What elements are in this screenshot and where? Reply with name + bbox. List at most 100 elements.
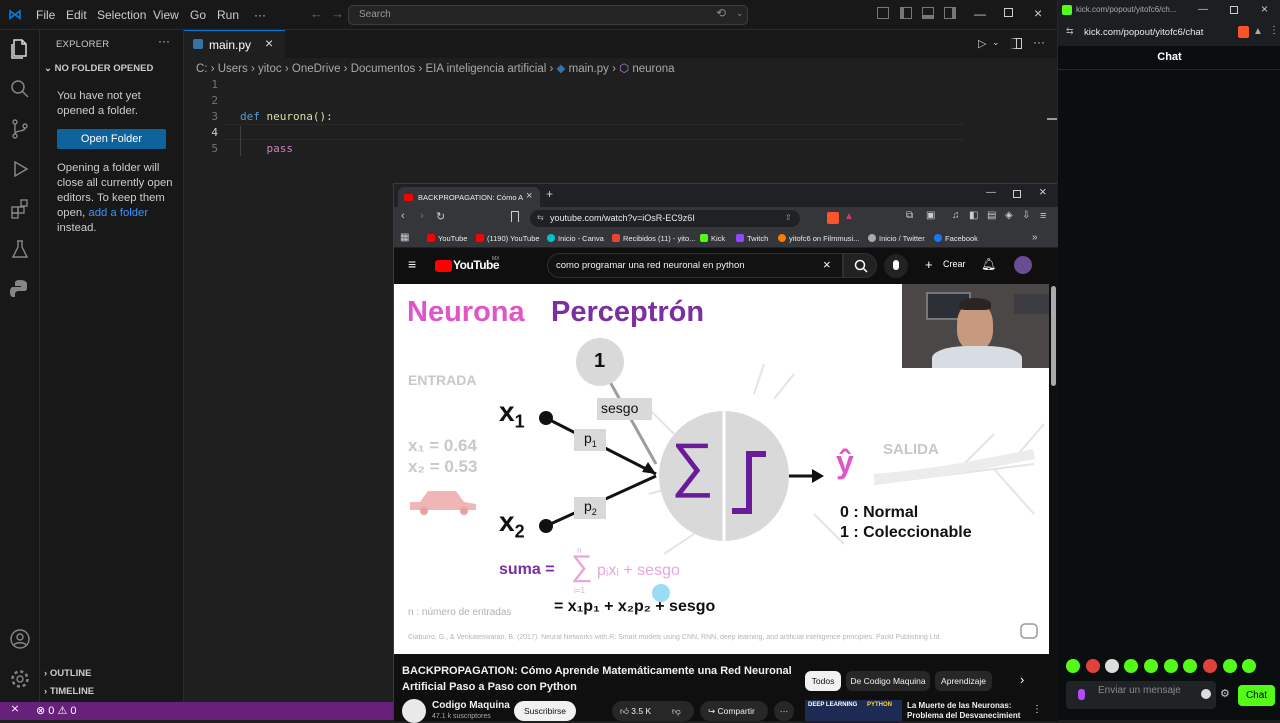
breadcrumb-item[interactable]: OneDrive [292, 63, 341, 75]
youtube-search-input[interactable]: como programar una red neuronal en pytho… [547, 253, 843, 278]
chat-send-button[interactable]: Chat [1238, 685, 1275, 706]
tab-main-py[interactable]: main.py × [184, 30, 285, 58]
browser-tab[interactable]: BACKPROPAGATION: Cómo A × [398, 187, 540, 207]
bookmark-youtube[interactable]: YouTube [427, 234, 467, 243]
minimize-icon[interactable]: — [986, 187, 996, 198]
menu-icon[interactable]: ⋮ [1269, 25, 1279, 36]
menu-selection[interactable]: Selection [97, 8, 146, 22]
related-video-title[interactable]: La Muerte de las Neuronas: Problema del … [907, 701, 1027, 721]
kick-url[interactable]: kick.com/popout/yitofc6/chat [1084, 27, 1203, 38]
emote-icon[interactable] [1066, 659, 1080, 673]
remote-icon[interactable]: ⨯ [0, 702, 30, 720]
tab-search-icon[interactable]: ▤ [987, 210, 996, 221]
toggle-sidebar-icon[interactable] [900, 7, 912, 19]
hamburger-menu-icon[interactable]: ≡ [408, 256, 416, 272]
close-tab-icon[interactable]: × [526, 190, 532, 202]
menu-edit[interactable]: Edit [66, 8, 87, 22]
address-bar[interactable]: ⇆ youtube.com/watch?v=iOsR-EC9z6I ⇧ [530, 210, 800, 227]
python-icon[interactable] [9, 278, 31, 300]
scrollbar-thumb[interactable] [1051, 286, 1056, 386]
bookmark-twitch[interactable]: Twitch [736, 234, 768, 243]
menu-file[interactable]: File [36, 8, 55, 22]
sidebar-icon[interactable]: ◧ [969, 210, 978, 221]
youtube-search-button[interactable] [843, 253, 877, 278]
emote-icon[interactable] [1203, 659, 1217, 673]
forward-icon[interactable]: › [420, 210, 424, 222]
share-button[interactable]: ↪ Compartir [700, 701, 768, 721]
bookmark-youtube-2[interactable]: (1190) YouTube [476, 234, 540, 243]
outline-section[interactable]: › OUTLINE [44, 668, 92, 679]
menu-icon[interactable]: ≡ [1040, 210, 1046, 222]
breadcrumb-item[interactable]: Users [218, 63, 248, 75]
settings-gear-icon[interactable] [9, 668, 31, 690]
timeline-section[interactable]: › TIMELINE [44, 686, 94, 697]
bookmark-filmmusic[interactable]: yitofc6 on Filmmusi... [778, 234, 859, 243]
more-actions-icon[interactable]: ··· [158, 34, 170, 48]
bookmark-twitter[interactable]: Inicio / Twitter [868, 234, 925, 243]
page-scrollbar[interactable] [1049, 284, 1058, 654]
emote-icon[interactable] [1223, 659, 1237, 673]
breadcrumb-item[interactable]: main.py [569, 63, 609, 75]
kebab-menu-icon[interactable]: ⋮ [1032, 704, 1042, 715]
run-file-icon[interactable]: ▷ [978, 37, 986, 50]
video-player[interactable]: Neurona Perceptrón 1 sesgo ENTRADA x1 x2… [394, 284, 1049, 654]
account-icon[interactable] [9, 628, 31, 650]
emote-icon[interactable] [1105, 659, 1119, 673]
create-button[interactable]: Crear [943, 259, 966, 269]
related-thumbnail[interactable]: DEEP LEARNING PYTHON [805, 700, 902, 721]
source-control-icon[interactable] [9, 118, 31, 140]
brave-rewards-icon[interactable]: ▲ [1253, 26, 1263, 37]
brave-rewards-icon[interactable]: ▲ [844, 211, 854, 222]
search-icon[interactable] [9, 78, 31, 100]
new-tab-icon[interactable]: + [546, 187, 553, 201]
emote-icon[interactable] [1164, 659, 1178, 673]
toggle-secondary-icon[interactable] [944, 7, 956, 19]
layout-icon[interactable] [877, 7, 889, 19]
split-editor-icon[interactable] [1010, 38, 1022, 49]
extensions-icon[interactable]: ⧉ [906, 210, 913, 221]
site-info-icon[interactable]: ⇆ [1066, 26, 1074, 37]
maximize-icon[interactable] [1004, 8, 1013, 17]
channel-name[interactable]: Codigo Maquina [432, 700, 510, 711]
thumbs-down-icon[interactable]: 👎︎ [672, 701, 681, 721]
close-window-icon[interactable]: × [1034, 5, 1042, 21]
like-button[interactable]: 👍︎ 3.5 K [620, 701, 651, 721]
copilot-icon[interactable]: ⟲ [716, 6, 726, 20]
channel-avatar[interactable] [402, 699, 426, 723]
explorer-icon[interactable] [9, 38, 31, 60]
maximize-icon[interactable] [1230, 6, 1238, 14]
breadcrumb-item[interactable]: C: [196, 63, 208, 75]
menu-run[interactable]: Run [217, 8, 239, 22]
clear-search-icon[interactable]: × [823, 257, 831, 272]
menu-more[interactable]: ··· [254, 8, 266, 22]
back-icon[interactable]: ‹ [401, 210, 405, 222]
menu-view[interactable]: View [153, 8, 179, 22]
chevron-down-icon[interactable]: ⌄ [992, 37, 1000, 48]
run-debug-icon[interactable] [9, 158, 31, 180]
emote-icon[interactable] [1124, 659, 1138, 673]
bookmark-gmail[interactable]: Recibidos (11) - yito... [612, 234, 695, 243]
create-plus-icon[interactable]: + [925, 257, 933, 272]
more-bookmarks-icon[interactable]: » [1032, 232, 1038, 243]
wallet-icon[interactable]: ▣ [926, 210, 935, 221]
microphone-icon[interactable] [1078, 689, 1085, 700]
emote-icon[interactable] [1144, 659, 1158, 673]
youtube-logo-icon[interactable] [435, 260, 452, 272]
chevron-down-icon[interactable]: ⌄ [736, 8, 744, 19]
open-folder-button[interactable]: Open Folder [57, 129, 166, 149]
avatar[interactable] [1014, 256, 1032, 274]
breadcrumb-item[interactable]: yitoc [258, 63, 282, 75]
chip-channel[interactable]: De Codigo Maquina [846, 671, 930, 691]
problems-indicator[interactable]: ⊗ 0 ⚠ 0 [36, 704, 77, 717]
emote-icon[interactable] [1242, 659, 1256, 673]
emote-icon[interactable] [1183, 659, 1197, 673]
maximize-icon[interactable] [1013, 190, 1021, 198]
add-folder-link[interactable]: add a folder [88, 207, 148, 219]
close-window-icon[interactable]: × [1039, 184, 1047, 199]
vpn-icon[interactable]: ◈ [1005, 210, 1013, 221]
notifications-bell-icon[interactable]: 🔔︎ [981, 257, 996, 271]
extensions-icon[interactable] [9, 198, 31, 220]
breadcrumb-item[interactable]: neurona [632, 63, 674, 75]
voice-search-button[interactable] [884, 254, 908, 278]
emote-icon[interactable] [1086, 659, 1100, 673]
